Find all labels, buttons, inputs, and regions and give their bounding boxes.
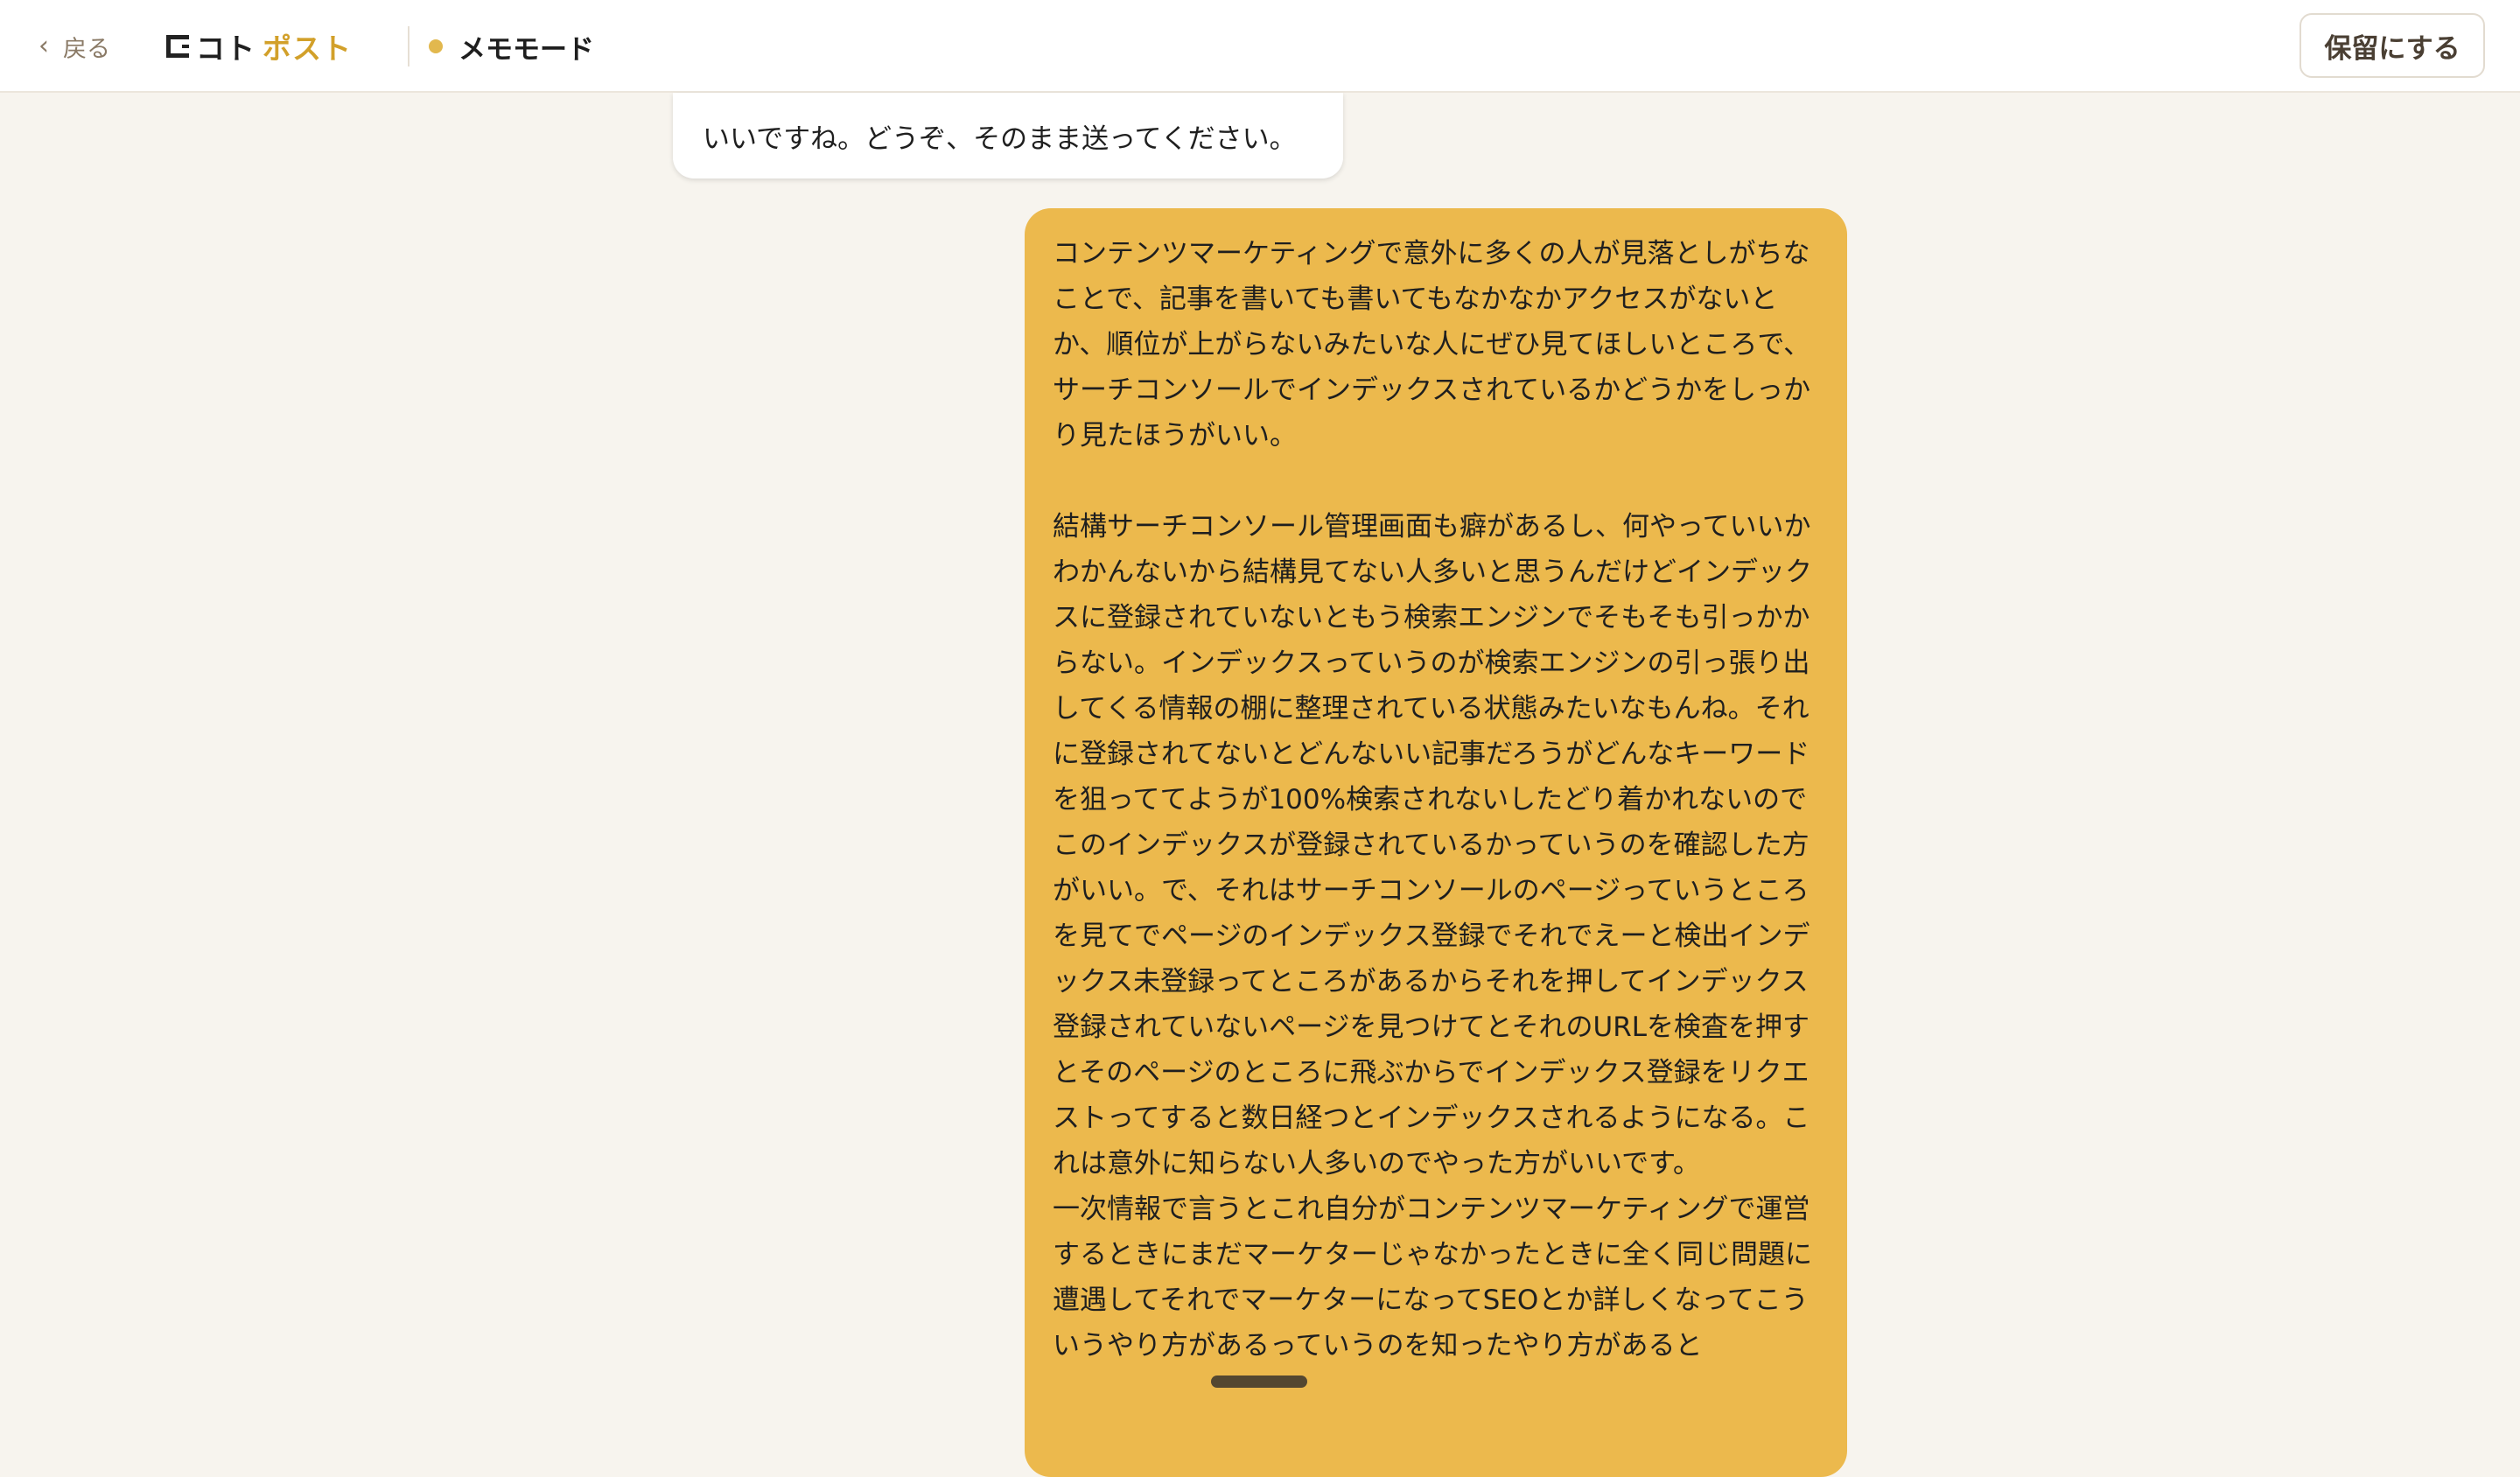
hold-button[interactable]: 保留にする bbox=[2300, 13, 2485, 78]
logo-mark-icon bbox=[166, 35, 189, 58]
mode-dot-icon bbox=[429, 39, 443, 53]
chevron-left-icon: ‹ bbox=[38, 31, 49, 61]
assistant-message: いいですね。どうぞ、そのまま送ってください。 bbox=[673, 93, 1343, 178]
top-bar: ‹ 戻る コト ポスト メモモード 保留にする bbox=[0, 0, 2520, 93]
back-button[interactable]: ‹ 戻る bbox=[38, 26, 110, 66]
mode-label: メモモード bbox=[458, 33, 594, 66]
app-logo[interactable]: コト ポスト bbox=[166, 24, 352, 68]
mode-indicator: メモモード bbox=[429, 26, 594, 66]
user-message: コンテンツマーケティングで意外に多くの人が見落としがちなことで、記事を書いても書… bbox=[1025, 208, 1847, 1477]
header-divider bbox=[408, 26, 410, 66]
scroll-handle[interactable] bbox=[1211, 1376, 1307, 1388]
logo-text-dark: コト bbox=[196, 32, 256, 66]
logo-text-accent: ポスト bbox=[262, 32, 352, 66]
back-label: 戻る bbox=[63, 35, 110, 63]
